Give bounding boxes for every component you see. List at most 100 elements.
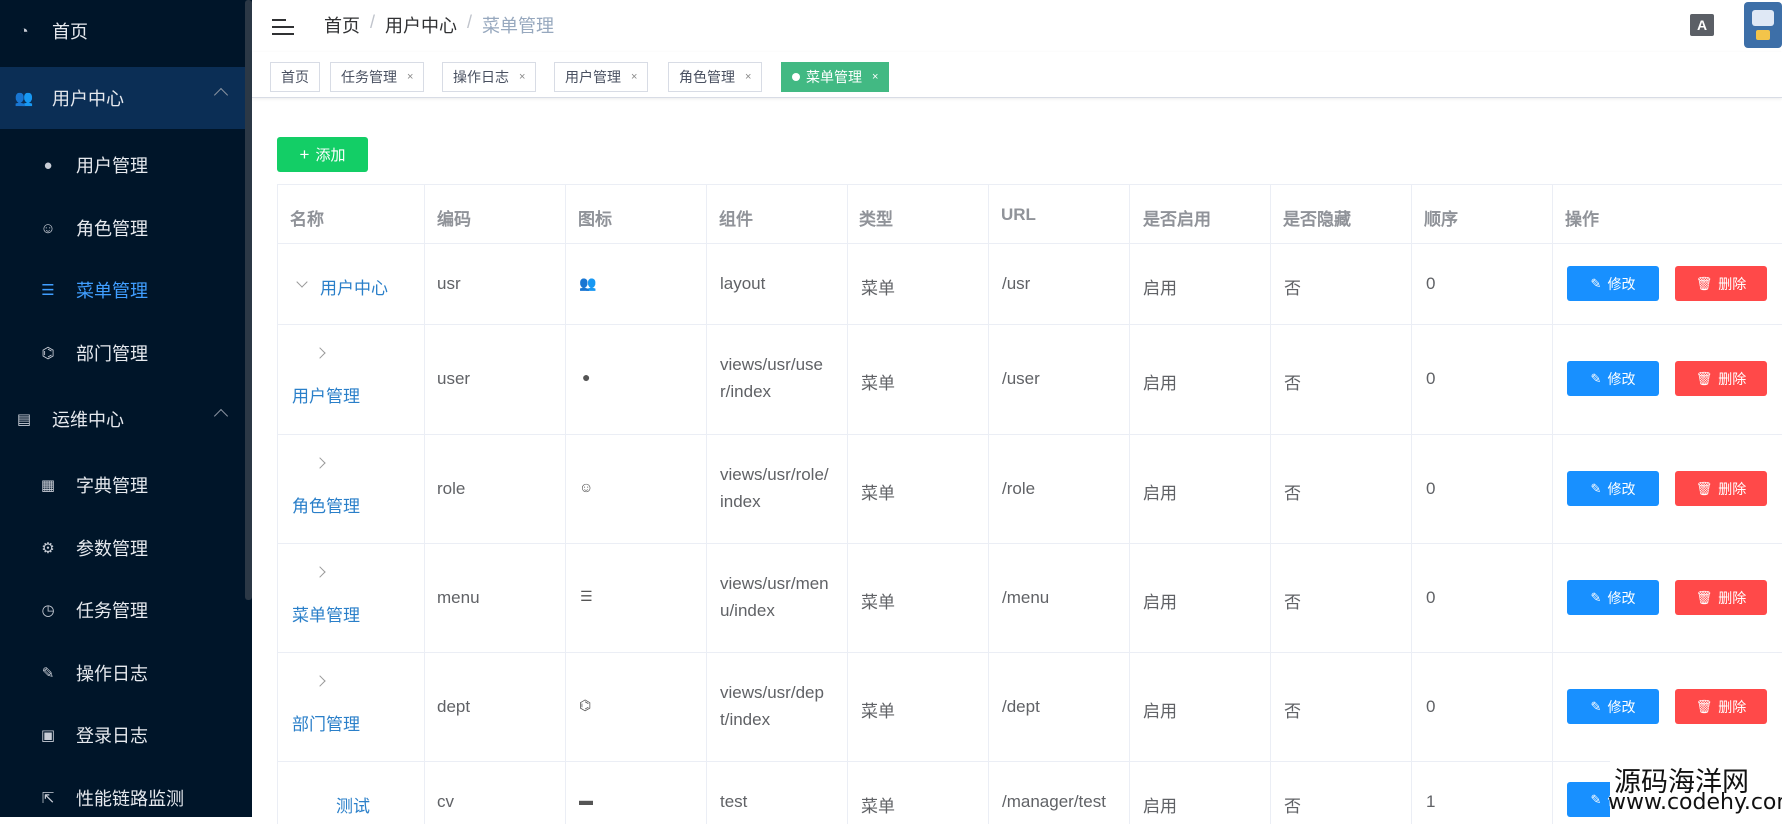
- menu-component: u/index: [720, 601, 775, 620]
- delete-button[interactable]: 🗑 删除: [1675, 266, 1767, 301]
- menu-component: t/index: [720, 710, 771, 729]
- tab-task-management[interactable]: 任务管理 ×: [330, 62, 425, 92]
- menu-order: 0: [1426, 697, 1436, 716]
- sidebar-scrollbar[interactable]: [245, 0, 252, 600]
- menu-url: /dept: [1002, 697, 1040, 716]
- plus-icon: +: [299, 144, 310, 164]
- menu-enabled: 启用: [1143, 797, 1177, 816]
- menu-code: user: [437, 369, 471, 388]
- table-row: 部门管理 dept ⌬ views/usr/dep t/index 菜单 /de…: [277, 653, 1782, 762]
- sidebar-group-ops-center[interactable]: ▤ 运维中心: [0, 388, 252, 450]
- edit-button[interactable]: ✎修改: [1567, 471, 1659, 506]
- expand-icon[interactable]: [314, 675, 326, 687]
- sidebar-item-tasks[interactable]: ◷ 任务管理: [0, 579, 252, 641]
- menu-enabled: 启用: [1143, 279, 1177, 298]
- expand-icon[interactable]: [314, 566, 326, 578]
- close-icon[interactable]: ×: [519, 71, 525, 83]
- menu-component: layout: [720, 274, 766, 293]
- sidebar-item-parameters[interactable]: ⚙ 参数管理: [0, 517, 252, 579]
- column-header-type: 类型: [859, 210, 893, 229]
- tab-role-management[interactable]: 角色管理 ×: [668, 62, 763, 92]
- delete-button[interactable]: 🗑 删除: [1675, 689, 1767, 724]
- menu-name[interactable]: 角色管理: [292, 492, 360, 517]
- edit-button[interactable]: ✎修改: [1567, 361, 1659, 396]
- expand-icon[interactable]: [314, 347, 326, 359]
- menu-name[interactable]: 菜单管理: [292, 601, 360, 626]
- tab-user-management[interactable]: 用户管理 ×: [554, 62, 649, 92]
- trash-icon: 🗑: [1695, 370, 1713, 386]
- menu-name[interactable]: 部门管理: [292, 710, 360, 735]
- close-icon[interactable]: ×: [631, 71, 637, 83]
- menu-component: views/usr/use: [720, 355, 823, 374]
- dashboard-icon: ◔: [19, 22, 29, 40]
- language-icon[interactable]: A: [1690, 14, 1714, 36]
- sidebar-item-performance-trace[interactable]: ⇱ 性能链路监测: [0, 767, 252, 829]
- menu-name[interactable]: 用户中心: [320, 274, 388, 299]
- users-icon: 👥: [14, 90, 34, 107]
- edit-icon: ✎: [1590, 480, 1602, 496]
- edit-button[interactable]: ✎修改: [1567, 266, 1659, 301]
- menu-type: 菜单: [861, 484, 895, 503]
- chevron-up-icon: [213, 87, 229, 103]
- table-row: 测试 cv ▬ test 菜单 /manager/test 启用 否 1 ✎修改: [277, 762, 1782, 822]
- collapse-icon[interactable]: [296, 276, 308, 288]
- menu-url: /usr: [1002, 274, 1031, 293]
- sidebar-item-role-management[interactable]: ☺ 角色管理: [0, 197, 252, 259]
- menu-type: 菜单: [861, 279, 895, 298]
- menu-hidden: 否: [1284, 484, 1301, 503]
- expand-icon[interactable]: [314, 457, 326, 469]
- avatar[interactable]: [1744, 2, 1782, 48]
- sidebar-item-login-log[interactable]: ▣ 登录日志: [0, 704, 252, 766]
- trash-icon: 🗑: [1695, 589, 1713, 605]
- hamburger-icon[interactable]: [272, 19, 294, 37]
- menu-hidden: 否: [1284, 702, 1301, 721]
- user-icon: ●: [582, 369, 591, 385]
- menu-component: r/index: [720, 382, 772, 401]
- column-header-component: 组件: [719, 210, 753, 229]
- sidebar-item-home[interactable]: ◔ 首页: [0, 0, 252, 62]
- breadcrumb-user-center[interactable]: 用户中心: [385, 12, 457, 38]
- external-link-icon: ⇱: [41, 790, 55, 807]
- tree-icon: ⌬: [579, 697, 592, 713]
- menu-code: menu: [437, 588, 480, 607]
- delete-button[interactable]: 🗑 删除: [1675, 361, 1767, 396]
- close-icon[interactable]: ×: [872, 71, 878, 83]
- tab-operation-log[interactable]: 操作日志 ×: [442, 62, 537, 92]
- chevron-up-icon: [213, 408, 229, 424]
- sidebar-item-operation-log[interactable]: ✎ 操作日志: [0, 642, 252, 704]
- menu-list-icon: ☰: [580, 588, 593, 604]
- role-icon: ☺: [40, 219, 56, 237]
- menu-name[interactable]: 测试: [336, 792, 370, 817]
- close-icon[interactable]: ×: [745, 71, 751, 83]
- menu-hidden: 否: [1284, 374, 1301, 393]
- edit-button[interactable]: ✎修改: [1567, 689, 1659, 724]
- header: 首页 / 用户中心 / 菜单管理 A: [252, 0, 1782, 52]
- sidebar-item-department-management[interactable]: ⌬ 部门管理: [0, 322, 252, 384]
- sidebar-item-user-management[interactable]: ● 用户管理: [0, 134, 252, 196]
- column-header-hidden: 是否隐藏: [1283, 210, 1351, 229]
- edit-button[interactable]: ✎修改: [1567, 580, 1659, 615]
- sidebar-group-user-center[interactable]: 👥 用户中心: [0, 67, 252, 129]
- column-header-actions: 操作: [1565, 210, 1599, 229]
- add-button[interactable]: + 添加: [277, 137, 368, 172]
- menu-component: test: [720, 792, 748, 811]
- menu-component: views/usr/role/: [720, 465, 829, 484]
- menu-url: /manager/test: [1002, 792, 1106, 811]
- breadcrumb-home[interactable]: 首页: [324, 12, 360, 38]
- breadcrumb-separator: /: [370, 12, 376, 32]
- sidebar-item-dictionary[interactable]: ▦ 字典管理: [0, 454, 252, 516]
- delete-button[interactable]: 🗑 删除: [1675, 580, 1767, 615]
- tab-menu-management[interactable]: 菜单管理 ×: [781, 62, 890, 92]
- tab-home[interactable]: 首页: [270, 62, 320, 92]
- edit-log-icon: ✎: [41, 665, 55, 682]
- menu-name[interactable]: 用户管理: [292, 382, 360, 407]
- login-log-icon: ▣: [40, 727, 56, 744]
- menu-enabled: 启用: [1143, 484, 1177, 503]
- table-row: 用户管理 user ● views/usr/use r/index 菜单 /us…: [277, 325, 1782, 435]
- menu-type: 菜单: [861, 374, 895, 393]
- column-header-code: 编码: [437, 210, 471, 229]
- menu-type: 菜单: [861, 593, 895, 612]
- delete-button[interactable]: 🗑 删除: [1675, 471, 1767, 506]
- sidebar-item-menu-management[interactable]: ☰ 菜单管理: [0, 259, 252, 321]
- close-icon[interactable]: ×: [407, 71, 413, 83]
